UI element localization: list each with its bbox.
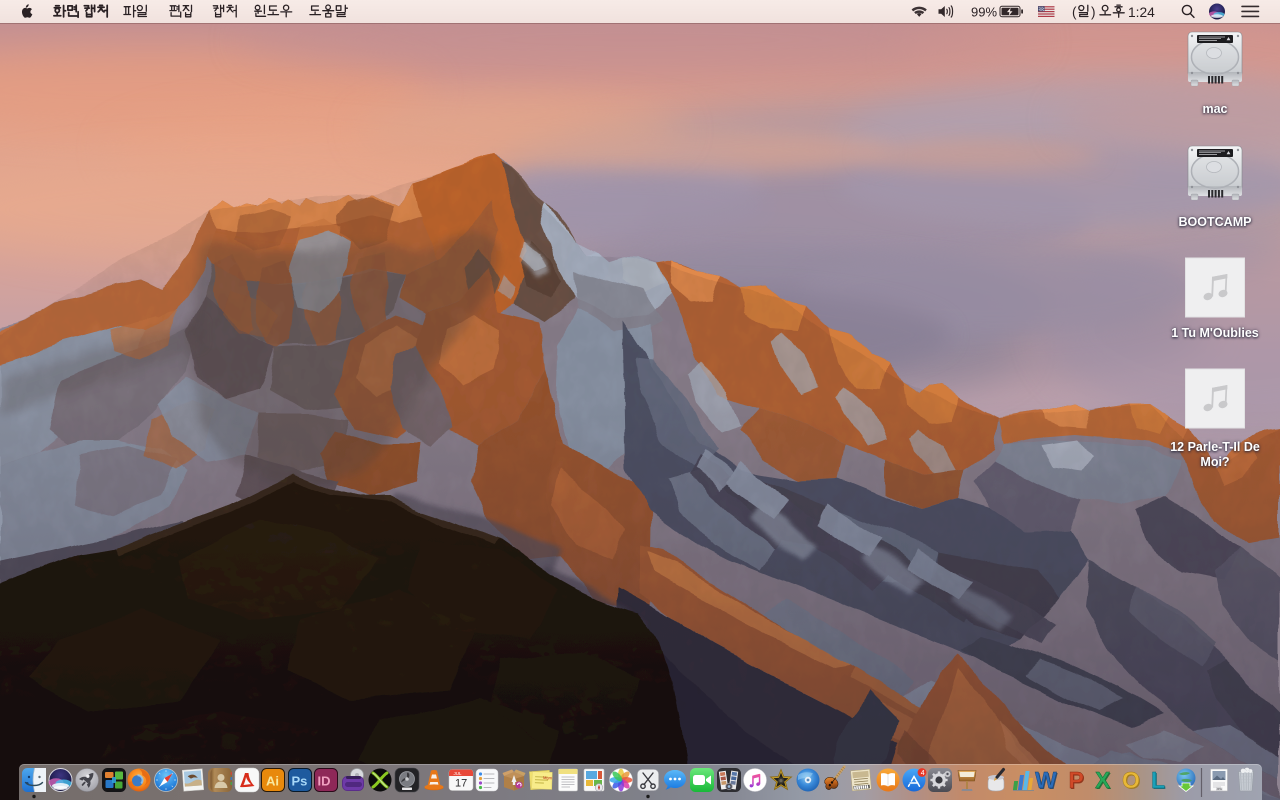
svg-text:17: 17: [455, 778, 467, 790]
svg-text:JUL: JUL: [454, 771, 462, 776]
svg-text:P: P: [1069, 767, 1084, 793]
svg-text:O: O: [1122, 767, 1140, 793]
svg-text:L: L: [1151, 767, 1165, 793]
svg-text:ID: ID: [318, 774, 331, 789]
svg-text:W: W: [1035, 767, 1057, 793]
svg-text:4: 4: [921, 770, 925, 777]
svg-text:X: X: [1095, 767, 1111, 793]
svg-text:Ai: Ai: [266, 774, 279, 789]
svg-text:JPG: JPG: [1217, 787, 1222, 791]
svg-text:Mgm: Mgm: [543, 775, 553, 780]
svg-text:Ps: Ps: [292, 774, 308, 789]
